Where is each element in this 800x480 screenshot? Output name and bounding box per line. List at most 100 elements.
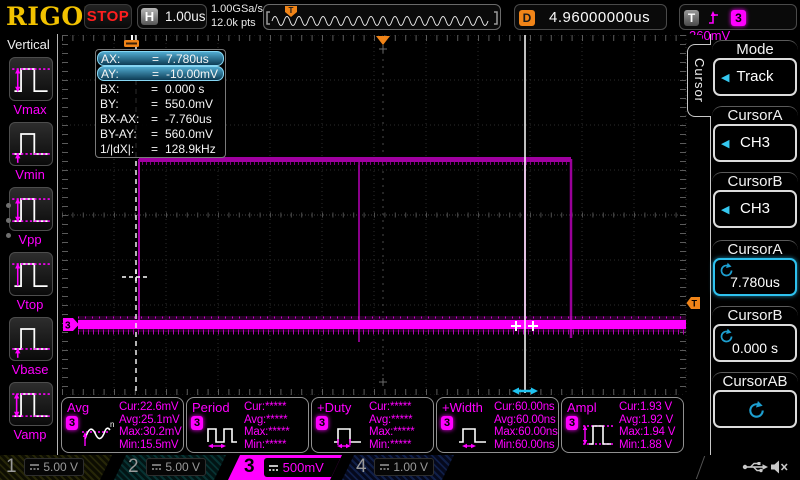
channel-badge: 3 xyxy=(441,416,453,430)
cursorb-position-button[interactable]: 0.000 s xyxy=(713,324,797,362)
measure-item-vpp[interactable] xyxy=(9,187,53,231)
speaker-muted-icon xyxy=(770,459,789,475)
meas-row: Max:***** xyxy=(369,426,433,439)
meas-row: Min:***** xyxy=(369,439,433,452)
sample-rate: 1.00GSa/s xyxy=(211,3,263,17)
avg-icon: n xyxy=(79,418,119,450)
vtop-icon xyxy=(10,253,52,295)
trigger-box[interactable]: T 3 260mV xyxy=(679,4,797,30)
dc-coupling-icon xyxy=(29,462,40,472)
vtop-label: Vtop xyxy=(0,297,60,312)
vamp-label: Vamp xyxy=(0,427,60,442)
ch3-waveform xyxy=(78,157,686,342)
meas-row: Cur:***** xyxy=(244,401,308,414)
meas-row: Min:15.5mV xyxy=(119,439,183,452)
acquisition-info: 1.00GSa/s 12.0k pts xyxy=(211,3,263,30)
channel-badge: 3 xyxy=(566,416,578,430)
meas-row: Avg:25.1mV xyxy=(119,414,183,427)
meas-row: Cur:***** xyxy=(369,401,433,414)
rising-edge-icon xyxy=(707,10,722,26)
page-dot xyxy=(6,233,11,238)
menu-header-cursora-pos: CursorA xyxy=(712,240,798,258)
measure-item-vamp[interactable] xyxy=(9,382,53,426)
horizontal-scale-box[interactable]: H1.00us xyxy=(137,4,207,29)
vbase-label: Vbase xyxy=(0,362,60,377)
memory-depth: 12.0k pts xyxy=(211,17,263,31)
cursorb-source-button[interactable]: ◀ CH3 xyxy=(713,190,797,228)
vamp-icon xyxy=(10,383,52,425)
menu-header-cursora-source: CursorA xyxy=(712,106,798,124)
measurement-panel-width[interactable]: +Width 3 Cur:60.00ns Avg:60.00ns Max:60.… xyxy=(436,397,559,453)
channel-3-tag[interactable]: 3 500mV xyxy=(228,455,342,480)
menu-header-cursorab: CursorAB xyxy=(712,372,798,390)
dc-coupling-icon xyxy=(268,463,279,473)
meas-row: Max:1.94 V xyxy=(619,426,683,439)
measurement-panel-avg[interactable]: Avg 3 n Cur:22.6mV Avg:25.1mV Max:30.2mV… xyxy=(61,397,184,453)
ch3-ground-marker[interactable]: 3 xyxy=(63,318,79,332)
cursora-source-button[interactable]: ◀ CH3 xyxy=(713,124,797,162)
channel-1-tag[interactable]: 1 5.00 V xyxy=(0,455,112,480)
meas-row: Min:1.88 V xyxy=(619,439,683,452)
readout-row-by: BY:=550.0mV xyxy=(97,96,224,111)
usb-icon xyxy=(742,459,768,475)
channel-2-tag[interactable]: 2 5.00 V xyxy=(114,455,226,480)
dc-coupling-icon xyxy=(151,462,162,472)
svg-text:3: 3 xyxy=(65,321,71,332)
measure-item-vbase[interactable] xyxy=(9,317,53,361)
channel-badge: 3 xyxy=(66,416,78,430)
cursora-position-button[interactable]: 7.780us xyxy=(713,258,797,296)
measure-item-vtop[interactable] xyxy=(9,252,53,296)
readout-row-ay: AY:=-10.00mV xyxy=(97,66,224,81)
run-state-indicator[interactable]: STOP xyxy=(84,4,132,29)
graticule: 3 xyxy=(62,35,702,395)
meas-row: Max:30.2mV xyxy=(119,426,183,439)
measurement-panel-period[interactable]: Period 3 Cur:***** Avg:***** Max:***** M… xyxy=(186,397,309,453)
vmax-label: Vmax xyxy=(0,102,60,117)
t-badge: T xyxy=(684,10,699,26)
left-menu-title: Vertical xyxy=(0,37,57,52)
meas-row: Cur:60.00ns xyxy=(494,401,558,414)
page-dot xyxy=(6,203,11,208)
cursorab-button[interactable] xyxy=(713,390,797,428)
vbase-icon xyxy=(10,318,52,360)
channel-4-tag[interactable]: 4 1.00 V xyxy=(342,455,454,480)
trigger-position-marker[interactable] xyxy=(376,36,390,45)
meas-row: Avg:1.92 V xyxy=(619,414,683,427)
preview-wave-icon: T xyxy=(264,5,500,29)
meas-row: Max:***** xyxy=(244,426,308,439)
mode-button[interactable]: ◀ Track xyxy=(713,58,797,96)
duty-icon xyxy=(329,418,369,450)
menu-header-cursorb-source: CursorB xyxy=(712,172,798,190)
menu-header-cursorb-pos: CursorB xyxy=(712,306,798,324)
waveform-preview[interactable]: T xyxy=(263,4,501,30)
channel-scale: 500mV xyxy=(283,460,324,475)
cursor-menu-tab[interactable]: Cursor xyxy=(687,44,711,117)
meas-row: Avg:60.00ns xyxy=(494,414,558,427)
period-icon xyxy=(204,418,244,450)
statusbar-divider xyxy=(696,456,705,479)
readout-row-bx: BX:=0.000 s xyxy=(97,81,224,96)
knob-icon xyxy=(746,400,767,421)
channel-scale: 1.00 V xyxy=(393,460,428,474)
measure-item-vmax[interactable] xyxy=(9,57,53,101)
readout-row-byay: BY-AY:=560.0mV xyxy=(97,126,224,141)
trigger-level-marker[interactable]: T xyxy=(687,297,701,309)
vmax-icon xyxy=(10,58,52,100)
trigger-source-badge: 3 xyxy=(731,10,746,26)
vmin-label: Vmin xyxy=(0,167,60,182)
meas-row: Min:60.00ns xyxy=(494,439,558,452)
channel-scale: 5.00 V xyxy=(43,460,78,474)
measurement-panel-duty[interactable]: +Duty 3 Cur:***** Avg:***** Max:***** Mi… xyxy=(311,397,434,453)
h-badge: H xyxy=(141,8,158,25)
measurement-panel-ampl[interactable]: Ampl 3 Cur:1.93 V Avg:1.92 V Max:1.94 V … xyxy=(561,397,684,453)
measure-item-vmin[interactable] xyxy=(9,122,53,166)
svg-text:T: T xyxy=(692,299,698,309)
delay-box[interactable]: D4.96000000us xyxy=(514,4,667,30)
meas-row: Cur:1.93 V xyxy=(619,401,683,414)
ampl-icon xyxy=(579,418,619,450)
delay-value: 4.96000000us xyxy=(549,9,650,26)
meas-row: Max:60.00ns xyxy=(494,426,558,439)
page-dot xyxy=(6,218,11,223)
oscilloscope-screen: RIGOL STOP H1.00us 1.00GSa/s 12.0k pts T… xyxy=(0,0,800,480)
svg-text:T: T xyxy=(289,6,294,15)
